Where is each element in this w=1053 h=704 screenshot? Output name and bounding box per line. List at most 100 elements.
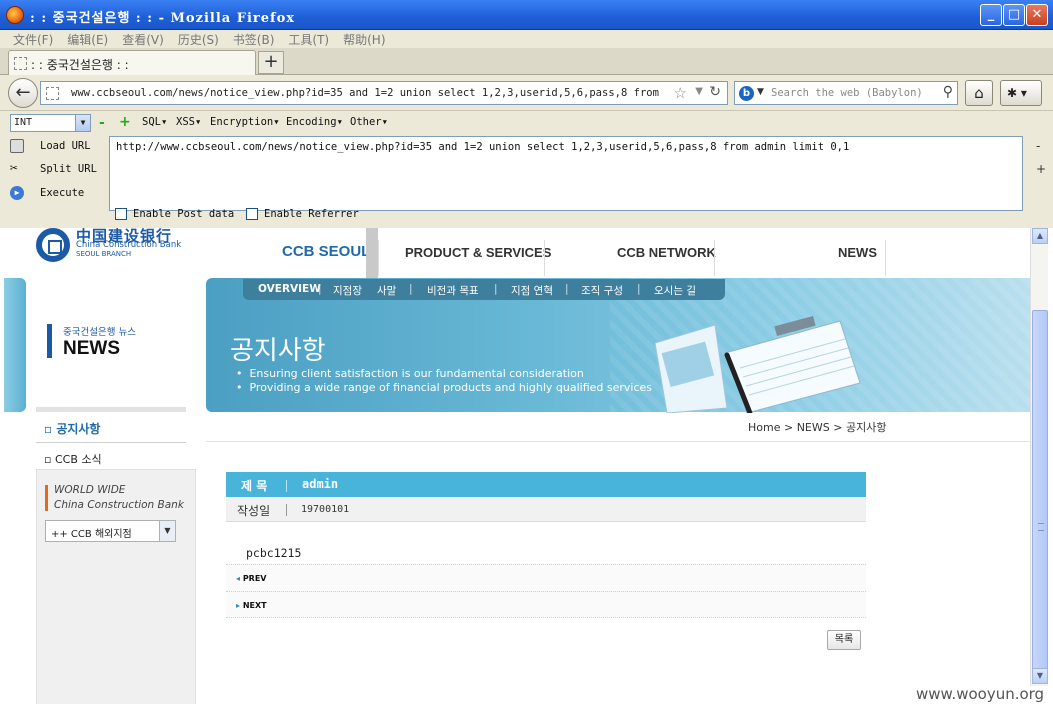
checkbox-box[interactable]	[115, 208, 127, 220]
menu-encryption[interactable]: Encryption▾	[210, 116, 280, 128]
menu-xss[interactable]: XSS▾	[176, 116, 201, 128]
subnav-separator: |	[318, 283, 322, 295]
split-url-label: Split URL	[40, 163, 97, 175]
lnb-item-notice-label: 공지사항	[56, 422, 101, 436]
gnb-news[interactable]: NEWS	[838, 245, 877, 260]
search-icon[interactable]: ⚲	[943, 84, 953, 100]
menu-tools[interactable]: 工具(T)	[281, 30, 336, 48]
history-dropdown-icon[interactable]: ▼	[695, 86, 703, 97]
subnav-separator: |	[494, 283, 498, 295]
chevron-down-icon[interactable]: ▼	[159, 521, 175, 541]
play-icon: ▶	[10, 186, 24, 200]
tab-active[interactable]: : : 중국건설은행 : :	[8, 50, 256, 75]
menu-history[interactable]: 历史(S)	[171, 30, 226, 48]
menu-encoding[interactable]: Encoding▾	[286, 116, 343, 128]
minimize-button[interactable]: _	[980, 4, 1002, 26]
prev-arrow-icon: ◂	[236, 574, 241, 583]
section-title: NEWS	[63, 338, 120, 359]
subnav-greeting[interactable]: 사말	[377, 283, 396, 298]
next-link[interactable]: ▸ NEXT	[236, 601, 267, 610]
search-bar[interactable]: b ▼ Search the web (Babylon) ⚲	[734, 81, 958, 105]
scrollbar-thumb[interactable]	[1032, 310, 1048, 670]
grow-textarea-button[interactable]: +	[1036, 162, 1046, 176]
next-row[interactable]: ▸ NEXT	[226, 591, 866, 618]
decrease-button[interactable]: -	[99, 115, 105, 131]
address-bar[interactable]: www.ccbseoul.com/news/notice_view.php?id…	[40, 81, 728, 105]
addon-button[interactable]: ✱ ▾	[1000, 80, 1042, 106]
address-input[interactable]: www.ccbseoul.com/news/notice_view.php?id…	[71, 87, 663, 99]
chevron-down-icon[interactable]: ▼	[75, 115, 90, 131]
home-button[interactable]: ⌂	[965, 80, 993, 106]
subnav-overview[interactable]: OVERVIEW	[258, 283, 321, 295]
menu-help[interactable]: 帮助(H)	[336, 30, 392, 48]
watermark: www.wooyun.org	[916, 685, 1045, 703]
menu-bookmarks[interactable]: 书签(B)	[226, 30, 282, 48]
vertical-scrollbar[interactable]: ▲ ▼	[1030, 228, 1048, 686]
worldwide-title: WORLD WIDE	[54, 484, 126, 496]
gnb-divider	[885, 240, 886, 276]
menu-edit[interactable]: 编辑(E)	[60, 30, 115, 48]
split-url-button[interactable]: ✂ Split URL	[10, 162, 97, 176]
breadcrumb-home[interactable]: Home	[748, 421, 780, 434]
prev-label: PREV	[242, 574, 267, 583]
news-badge-bar	[47, 324, 52, 358]
banner-line-2-text: Providing a wide range of financial prod…	[249, 381, 653, 394]
subject-label: 제 목	[241, 479, 268, 493]
subnav-branch-manager[interactable]: 지점장	[333, 283, 362, 298]
engine-dropdown-icon[interactable]: ▼	[757, 87, 764, 97]
navigation-bar: ← www.ccbseoul.com/news/notice_view.php?…	[0, 75, 1053, 110]
article-date-row: 작성일 19700101	[226, 497, 866, 522]
new-tab-button[interactable]: +	[258, 51, 284, 74]
load-url-button[interactable]: Load URL	[10, 139, 91, 153]
web-page: 中国建设银行 China Construction Bank SEOUL BRA…	[0, 228, 1030, 704]
enable-referrer-checkbox[interactable]: Enable Referrer	[246, 208, 359, 220]
execute-button[interactable]: ▶ Execute	[10, 186, 84, 200]
left-banner-strip	[4, 278, 26, 412]
subnav-organization[interactable]: 조직 구성	[581, 283, 623, 298]
prev-row[interactable]: ◂ PREV	[226, 564, 866, 591]
maximize-button[interactable]: □	[1003, 4, 1025, 26]
scroll-up-icon[interactable]: ▲	[1032, 228, 1048, 244]
lnb-item-notice[interactable]: ▫ 공지사항	[44, 420, 100, 437]
breadcrumb-news[interactable]: NEWS	[797, 421, 830, 434]
scroll-down-icon[interactable]: ▼	[1032, 668, 1048, 684]
list-button[interactable]: 목록	[827, 630, 861, 650]
checkbox-box[interactable]	[246, 208, 258, 220]
hackbar-url-textarea[interactable]: http://www.ccbseoul.com/news/notice_view…	[109, 136, 1023, 211]
menu-sql[interactable]: SQL▾	[142, 116, 167, 128]
next-arrow-icon: ▸	[236, 601, 241, 610]
page-favicon-icon	[14, 57, 27, 70]
gnb-ccb-network[interactable]: CCB NETWORK	[617, 245, 716, 260]
menu-file[interactable]: 文件(F)	[0, 30, 60, 48]
increase-button[interactable]: +	[119, 114, 131, 130]
bookmark-star-icon[interactable]: ☆	[674, 84, 687, 102]
banner-line-1-text: Ensuring client satisfaction is our fund…	[249, 367, 584, 380]
subnav-vision[interactable]: 비전과 목표	[427, 283, 479, 298]
menu-other[interactable]: Other▾	[350, 116, 388, 128]
hackbar-type-select[interactable]: INT ▼	[10, 114, 91, 132]
overseas-branch-select[interactable]: ++ CCB 해외지점 ▼	[45, 520, 176, 542]
date-separator	[286, 504, 287, 516]
gnb-ccb-seoul[interactable]: CCB SEOUL	[282, 243, 370, 260]
reload-icon[interactable]: ↻	[709, 84, 721, 100]
subnav-history[interactable]: 지점 연혁	[511, 283, 553, 298]
enable-referrer-label: Enable Referrer	[264, 208, 359, 220]
search-engine-icon[interactable]: b	[739, 86, 754, 101]
subnav-separator: |	[565, 283, 569, 295]
gnb-product-services[interactable]: PRODUCT & SERVICES	[405, 245, 551, 260]
back-button[interactable]: ←	[8, 78, 38, 108]
gnb-divider	[378, 240, 379, 276]
prev-link[interactable]: ◂ PREV	[236, 574, 267, 583]
close-button[interactable]: ✕	[1026, 4, 1048, 26]
site-identity-icon[interactable]	[46, 87, 59, 100]
subject-separator	[286, 480, 287, 492]
worldwide-subtitle: China Construction Bank	[54, 499, 184, 511]
breadcrumb: Home > NEWS > 공지사항	[748, 421, 887, 434]
shrink-textarea-button[interactable]: -	[1036, 139, 1040, 153]
enable-post-checkbox[interactable]: Enable Post data	[115, 208, 234, 220]
search-input[interactable]: Search the web (Babylon)	[771, 87, 923, 99]
lnb-item-ccb-news[interactable]: ▫ CCB 소식	[44, 451, 102, 467]
menu-view[interactable]: 查看(V)	[115, 30, 171, 48]
subnav-directions[interactable]: 오시는 길	[654, 283, 696, 298]
enable-post-label: Enable Post data	[133, 208, 235, 220]
